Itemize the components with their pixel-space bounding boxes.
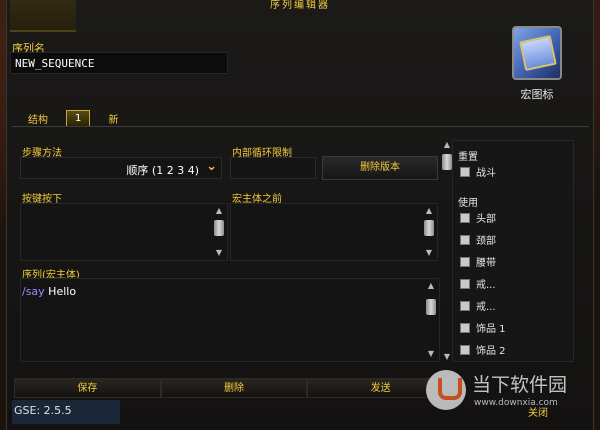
delete-button[interactable]: 删除 bbox=[160, 378, 308, 398]
version-status: GSE: 2.5.5 bbox=[14, 404, 72, 417]
checkbox[interactable] bbox=[460, 212, 470, 223]
command-text: Hello bbox=[44, 285, 77, 298]
top-left-bar bbox=[10, 0, 76, 32]
scroll-up-icon[interactable]: ▲ bbox=[425, 281, 437, 291]
checkbox[interactable] bbox=[460, 256, 470, 267]
checkbox-label: 腰带 bbox=[476, 258, 496, 269]
sequence-code-line: /say Hello bbox=[22, 285, 76, 298]
use-belt-checkbox[interactable]: 腰带 bbox=[460, 254, 496, 269]
options-scrollbar[interactable]: ▲ ▼ bbox=[441, 140, 453, 362]
sequence-name-input[interactable]: NEW_SEQUENCE bbox=[10, 52, 228, 74]
scroll-down-icon[interactable]: ▼ bbox=[425, 349, 437, 359]
use-heading: 使用 bbox=[458, 198, 478, 209]
scroll-up-icon[interactable]: ▲ bbox=[441, 140, 453, 150]
checkbox[interactable] bbox=[460, 300, 470, 311]
use-trinket1-checkbox[interactable]: 饰品 1 bbox=[460, 320, 506, 335]
scroll-thumb[interactable] bbox=[214, 220, 224, 236]
step-method-value: 顺序 (1 2 3 4) bbox=[126, 164, 199, 177]
sequence-body-scrollbar[interactable]: ▲ ▼ bbox=[425, 281, 437, 359]
keypress-scrollbar[interactable]: ▲ ▼ bbox=[213, 206, 225, 258]
tab-new[interactable]: 新 bbox=[100, 109, 126, 128]
checkbox[interactable] bbox=[460, 278, 470, 289]
chevron-down-icon: ⌄ bbox=[206, 159, 217, 174]
tab-bar: 结构 1 新 bbox=[20, 108, 126, 128]
checkbox-label: 战斗 bbox=[476, 168, 496, 179]
scroll-up-icon[interactable]: ▲ bbox=[423, 206, 435, 216]
inner-loop-input[interactable] bbox=[230, 157, 316, 179]
sequence-body-textarea[interactable]: ▲ ▼ bbox=[20, 278, 440, 362]
scroll-down-icon[interactable]: ▼ bbox=[213, 248, 225, 258]
checkbox[interactable] bbox=[460, 322, 470, 333]
watermark-logo-icon bbox=[426, 370, 466, 410]
watermark-url: www.downxia.com bbox=[474, 398, 558, 408]
scroll-thumb[interactable] bbox=[426, 299, 436, 315]
reset-combat-checkbox[interactable]: 战斗 bbox=[460, 164, 496, 179]
reset-heading: 重置 bbox=[458, 152, 478, 163]
slash-command: /say bbox=[22, 285, 45, 298]
checkbox-label: 饰品 1 bbox=[476, 324, 506, 335]
scroll-thumb[interactable] bbox=[424, 220, 434, 236]
scroll-thumb[interactable] bbox=[442, 154, 452, 170]
checkbox[interactable] bbox=[460, 344, 470, 355]
scroll-down-icon[interactable]: ▼ bbox=[423, 248, 435, 258]
use-ring1-checkbox[interactable]: 戒... bbox=[460, 276, 496, 291]
scroll-up-icon[interactable]: ▲ bbox=[213, 206, 225, 216]
save-button[interactable]: 保存 bbox=[14, 378, 161, 398]
use-ring2-checkbox[interactable]: 戒... bbox=[460, 298, 496, 313]
checkbox-label: 颈部 bbox=[476, 236, 496, 247]
use-neck-checkbox[interactable]: 颈部 bbox=[460, 232, 496, 247]
premacro-scrollbar[interactable]: ▲ ▼ bbox=[423, 206, 435, 258]
book-icon bbox=[519, 35, 557, 71]
macro-icon-label: 宏图标 bbox=[520, 88, 554, 101]
keypress-textarea[interactable]: ▲ ▼ bbox=[20, 203, 228, 261]
checkbox-label: 戒... bbox=[476, 280, 496, 291]
checkbox[interactable] bbox=[460, 234, 470, 245]
window-title: 序列编辑器 bbox=[270, 0, 330, 11]
watermark: 当下软件园 www.downxia.com bbox=[422, 366, 600, 430]
checkbox-label: 头部 bbox=[476, 214, 496, 225]
use-head-checkbox[interactable]: 头部 bbox=[460, 210, 496, 225]
step-method-dropdown[interactable]: 顺序 (1 2 3 4) ⌄ bbox=[20, 157, 222, 179]
checkbox-label: 饰品 2 bbox=[476, 346, 506, 357]
use-trinket2-checkbox[interactable]: 饰品 2 bbox=[460, 342, 506, 357]
tab-version-1[interactable]: 1 bbox=[66, 109, 91, 127]
checkbox[interactable] bbox=[460, 166, 470, 177]
watermark-title: 当下软件园 bbox=[472, 374, 568, 396]
premacro-textarea[interactable]: ▲ ▼ bbox=[230, 203, 438, 261]
checkbox-label: 戒... bbox=[476, 302, 496, 313]
tab-structure[interactable]: 结构 bbox=[20, 109, 56, 128]
scroll-down-icon[interactable]: ▼ bbox=[441, 352, 453, 362]
delete-version-button[interactable]: 删除版本 bbox=[322, 156, 438, 180]
macro-icon-button[interactable] bbox=[512, 26, 562, 80]
action-bar: 保存 删除 发送 bbox=[14, 378, 455, 398]
